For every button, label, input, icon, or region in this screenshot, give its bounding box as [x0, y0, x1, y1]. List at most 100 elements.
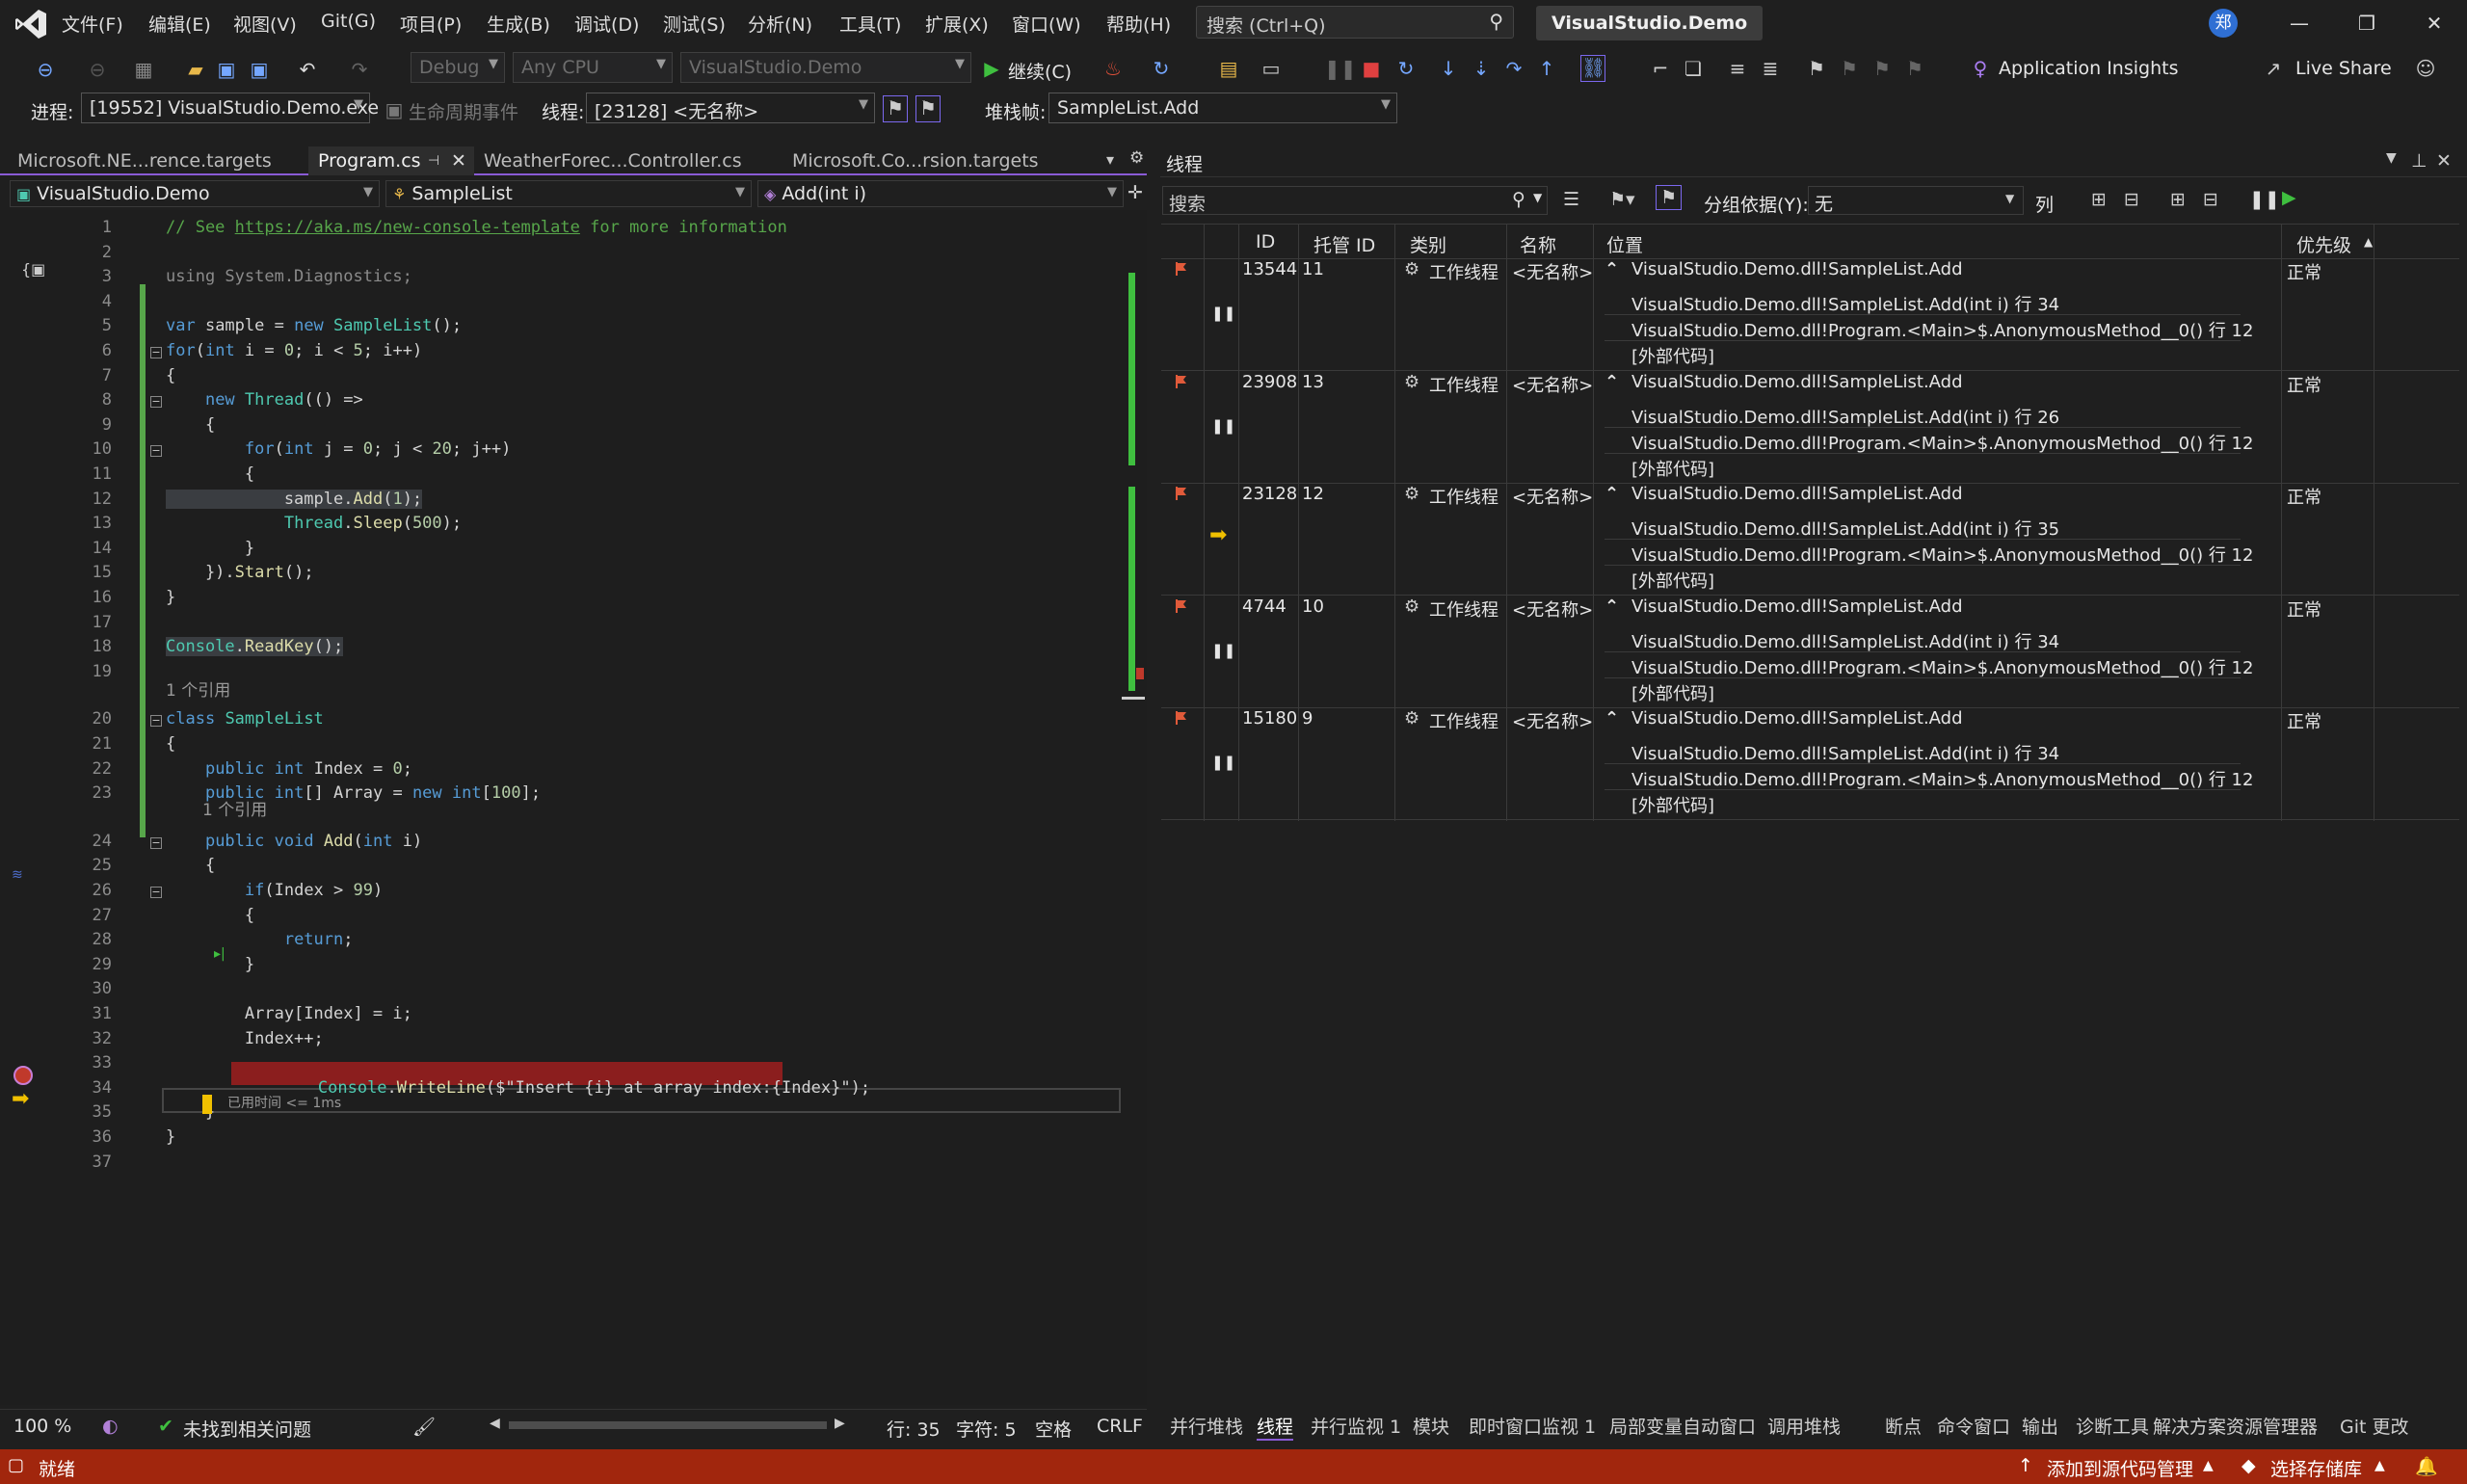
collapse-all-icon[interactable]: ⊟ [2203, 189, 2218, 210]
reference-count[interactable]: 1 个引用 [166, 676, 230, 701]
code-line[interactable]: // See https://aka.ms/new-console-templa… [166, 218, 787, 237]
menu-item[interactable]: 文件(F) [62, 11, 123, 37]
thread-row[interactable]: ❚❚ 4744 10 ⚙ 工作线程 <无名称> ⌃ VisualStudio.Demo.dll… [1161, 596, 2459, 711]
tool-window-tab[interactable]: 监视 1 [1542, 1413, 1596, 1439]
collapse-chevron-icon[interactable]: ⌃ [1605, 484, 1619, 504]
code-line[interactable]: Index++; [166, 1029, 324, 1048]
forward-icon[interactable]: ⊖ [85, 58, 110, 81]
live-share-icon[interactable]: ↗ [2261, 57, 2286, 80]
group-by-dropdown[interactable]: 无 ▼ [1808, 186, 2024, 215]
code-line[interactable]: { [166, 906, 254, 925]
stackframe-dropdown[interactable]: SampleList.Add ▼ [1048, 93, 1397, 123]
clear-bookmark-icon[interactable]: ⚑ [1902, 57, 1927, 80]
startup-project-dropdown[interactable]: VisualStudio.Demo ▼ [680, 52, 971, 83]
menu-item[interactable]: 测试(S) [663, 11, 726, 37]
menu-item[interactable]: 工具(T) [839, 11, 901, 37]
stack-frame[interactable]: VisualStudio.Demo.dll!Program.<Main>$.An… [1631, 766, 2253, 791]
restore-icon[interactable]: ❐ [2348, 8, 2386, 39]
code-line[interactable]: } [166, 1127, 175, 1147]
code-line[interactable]: { [166, 415, 215, 435]
flag-icon[interactable]: ⚑▾ [1609, 189, 1635, 210]
show-flagged-icon[interactable]: ⚑ [1656, 185, 1683, 210]
next-bookmark-icon[interactable]: ⚑ [1870, 57, 1895, 80]
fold-toggle-icon[interactable]: − [150, 445, 162, 458]
code-line[interactable]: Thread.Sleep(500); [166, 514, 462, 533]
stack-frame[interactable]: [外部代码] [1631, 456, 1714, 481]
bookmark-icon[interactable]: ⚑ [1804, 57, 1829, 80]
expand-all-icon[interactable]: ⊞ [2170, 189, 2186, 210]
project-dropdown[interactable]: ▣ VisualStudio.Demo ▼ [10, 180, 380, 207]
comment-icon[interactable]: ≣ [1758, 57, 1783, 80]
continue-icon[interactable]: ▶ [979, 57, 1004, 80]
thread-row[interactable]: ❚❚ 23908 13 ⚙ 工作线程 <无名称> ⌃ VisualStudio.Demo.dl… [1161, 372, 2459, 487]
save-icon[interactable]: ▣ [214, 58, 239, 81]
code-line[interactable]: Console.ReadKey(); [166, 637, 344, 657]
thread-row[interactable]: ❚❚ 15180 9 ⚙ 工作线程 <无名称> ⌃ VisualStudio.Demo.dll… [1161, 708, 2459, 823]
visual-studio-logo-icon[interactable] [13, 8, 48, 40]
code-line[interactable]: public void Add(int i) [166, 832, 422, 851]
column-header[interactable]: 类别 [1410, 231, 1446, 257]
thread-marker-icon[interactable]: ≋ [12, 867, 23, 883]
stack-frame[interactable]: VisualStudio.Demo.dll!Program.<Main>$.An… [1631, 430, 2253, 455]
menu-item[interactable]: 帮助(H) [1106, 11, 1171, 37]
tab-conversion-targets[interactable]: Microsoft.Co...rsion.targets [783, 146, 1048, 175]
stop-icon[interactable]: ■ [1359, 57, 1384, 80]
stack-frame[interactable]: [外部代码] [1631, 343, 1714, 368]
member-dropdown[interactable]: ◈ Add(int i) ▼ [757, 180, 1124, 207]
stack-frame[interactable]: VisualStudio.Demo.dll!SampleList.Add(int… [1631, 291, 2059, 316]
fold-toggle-icon[interactable]: − [150, 347, 162, 358]
break-all-icon[interactable]: ❚❚ [1324, 57, 1357, 80]
line-indicator[interactable]: 行: 35 [887, 1416, 941, 1442]
code-line[interactable]: for(int i = 0; i < 5; i++) [166, 341, 422, 360]
show-flagged-only-icon[interactable]: ⚑ [915, 95, 941, 122]
tool-window-tab[interactable]: 诊断工具 [2076, 1413, 2149, 1439]
open-folder-icon[interactable]: ▰ [183, 58, 208, 81]
vertical-scrollbar[interactable] [1122, 217, 1145, 1402]
flag-icon[interactable] [1175, 597, 1188, 613]
menu-item[interactable]: 分析(N) [748, 11, 812, 37]
lifecycle-events-button[interactable]: 生命周期事件 [409, 98, 518, 124]
stack-frame[interactable]: VisualStudio.Demo.dll!SampleList.Add(int… [1631, 628, 2059, 653]
eol-indicator[interactable]: CRLF [1097, 1416, 1143, 1437]
char-indicator[interactable]: 字符: 5 [956, 1416, 1017, 1442]
stack-frame[interactable]: VisualStudio.Demo.dll!SampleList.Add(int… [1631, 740, 2059, 765]
menu-item[interactable]: 视图(V) [233, 11, 297, 37]
stack-frame[interactable]: VisualStudio.Demo.dll!Program.<Main>$.An… [1631, 317, 2253, 342]
code-line[interactable]: var sample = new SampleList(); [166, 316, 462, 335]
copy-icon[interactable]: ❏ [1681, 57, 1706, 80]
flag-thread-icon[interactable]: ⚑ [883, 95, 908, 122]
collapse-chevron-icon[interactable]: ⌃ [1605, 372, 1619, 392]
prev-bookmark-icon[interactable]: ⚑ [1837, 57, 1862, 80]
tool-window-tab[interactable]: 即时窗口 [1469, 1413, 1542, 1439]
hot-reload-icon[interactable]: ♨ [1101, 57, 1126, 80]
threads-search-input[interactable]: 搜索 ⚲ ▼ [1162, 186, 1548, 215]
tool-window-tab[interactable]: 解决方案资源管理器 [2153, 1413, 2318, 1439]
fold-toggle-icon[interactable]: − [150, 887, 162, 898]
select-repo-button[interactable]: 选择存储库 [2270, 1455, 2362, 1481]
save-all-icon[interactable]: ▣ [247, 58, 272, 81]
step-out-icon[interactable]: ↑ [1534, 57, 1559, 80]
step-over-icon[interactable]: ↷ [1501, 57, 1526, 80]
zoom-dropdown[interactable]: 100 % [13, 1416, 71, 1437]
thread-dropdown[interactable]: [23128] <无名称> ▼ [586, 93, 875, 123]
column-header[interactable]: ID [1256, 231, 1275, 252]
code-line[interactable]: } [166, 539, 254, 558]
threads-filter-icon[interactable]: ⛓ [1580, 55, 1605, 82]
cleanup-brush-icon[interactable]: 🖌 [412, 1416, 436, 1438]
thaw-thread-icon[interactable]: ▶ [2282, 187, 2296, 208]
global-search-input[interactable]: 搜索 (Ctrl+Q) ⚲ [1196, 6, 1514, 39]
fold-toggle-icon[interactable]: − [150, 836, 162, 849]
platform-dropdown[interactable]: Any CPU ▼ [513, 52, 673, 83]
layout-icon[interactable]: ▭ [1259, 57, 1284, 80]
menu-item[interactable]: 窗口(W) [1012, 11, 1081, 37]
code-line[interactable]: sample.Add(1); [166, 489, 423, 509]
freeze-thread-icon[interactable]: ❚❚ [2249, 189, 2280, 210]
code-line[interactable]: if(Index > 99) [166, 881, 383, 900]
code-line[interactable]: { [166, 734, 175, 754]
code-line[interactable]: { [166, 366, 175, 385]
lifecycle-icon[interactable]: ▣ [382, 98, 407, 121]
code-line[interactable]: public int Index = 0; [166, 759, 412, 779]
tool-window-tab[interactable]: 调用堆栈 [1767, 1413, 1841, 1439]
column-header[interactable]: 优先级 [2296, 231, 2351, 257]
close-window-icon[interactable]: ✕ [2436, 150, 2452, 172]
